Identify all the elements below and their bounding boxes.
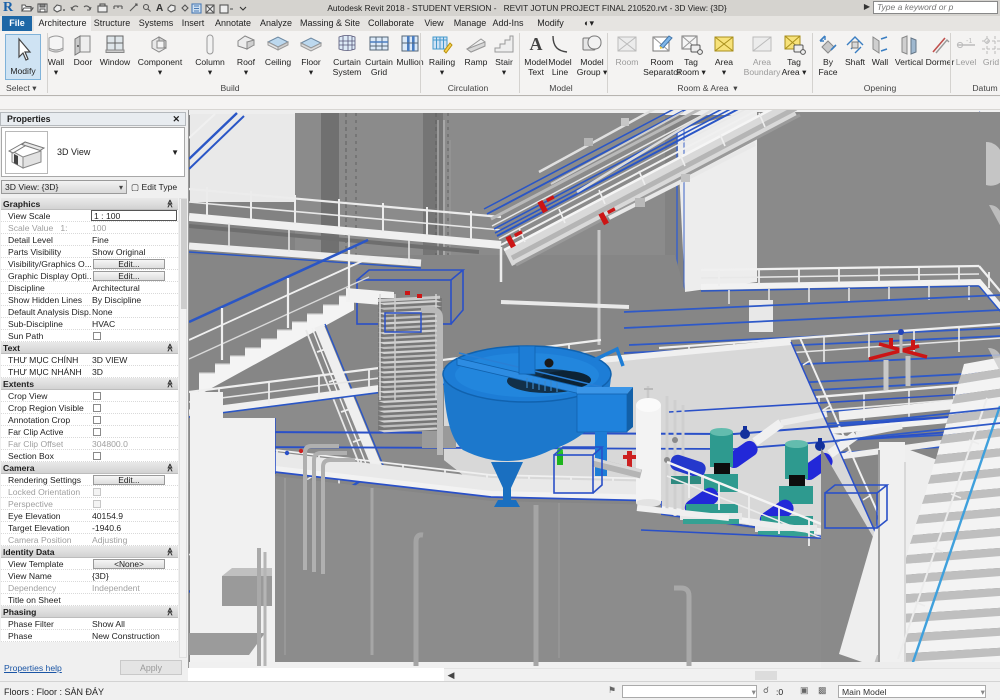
svg-text:-1: -1	[966, 38, 972, 45]
svg-text:A: A	[530, 34, 543, 54]
